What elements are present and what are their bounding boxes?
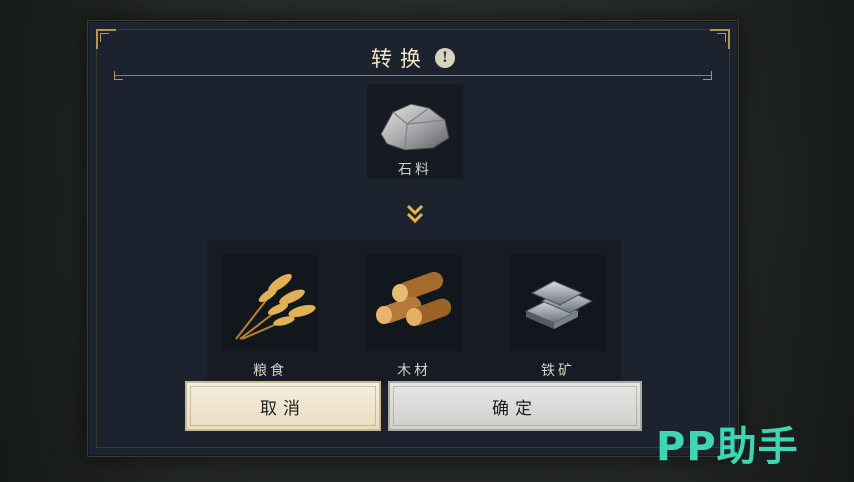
target-item-wood[interactable] — [366, 255, 462, 351]
target-item-iron[interactable] — [510, 255, 606, 351]
confirm-button[interactable]: 确定 — [388, 381, 642, 431]
stone-icon — [380, 103, 450, 151]
source-item-label: 石料 — [398, 162, 432, 178]
target-label-iron: 铁矿 — [541, 363, 575, 379]
source-item-stone: 石料 — [367, 84, 463, 179]
convert-dialog: 转换 ! 石料 粮食 木材 铁矿 取消 确定 — [87, 20, 739, 457]
target-item-grain[interactable] — [222, 255, 318, 351]
iron-ingots-icon — [524, 280, 594, 329]
wheat-icon — [235, 273, 316, 340]
dialog-title-bar: 转换 ! — [88, 43, 738, 73]
watermark-logo: PP助手 — [656, 424, 799, 470]
corner-ornament — [100, 33, 109, 42]
chevron-down-double-icon — [406, 204, 424, 224]
target-label-grain: 粮食 — [253, 363, 287, 379]
dialog-title: 转换 — [371, 47, 429, 71]
cancel-button[interactable]: 取消 — [185, 381, 381, 431]
info-icon[interactable]: ! — [435, 48, 455, 68]
title-divider — [114, 71, 712, 80]
target-options-panel: 粮食 木材 铁矿 — [207, 240, 621, 385]
target-label-wood: 木材 — [397, 363, 431, 379]
wood-logs-icon — [376, 271, 452, 326]
corner-ornament — [717, 33, 726, 42]
